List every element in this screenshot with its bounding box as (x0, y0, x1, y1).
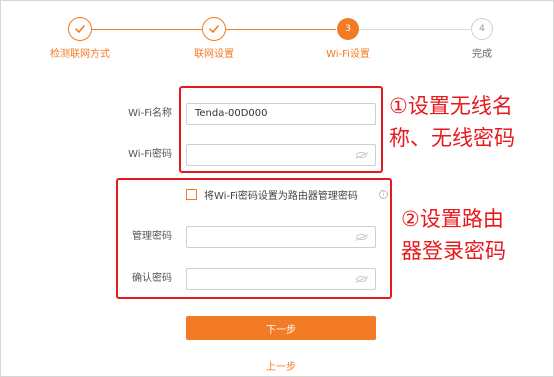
next-step-button[interactable]: 下一步 (186, 316, 376, 340)
step-connector-3 (359, 29, 470, 30)
annotation-admin-line2: 器登录密码 (401, 239, 506, 263)
step-1-label: 检测联网方式 (50, 49, 110, 60)
step-1-check-icon (68, 17, 92, 41)
annotation-admin-line1: ②设置路由 (401, 207, 504, 231)
step-2-label: 联网设置 (194, 49, 234, 60)
previous-step-link[interactable]: 上一步 (266, 358, 296, 373)
step-3-number: 3 (337, 18, 359, 40)
step-connector-2 (226, 29, 336, 30)
annotation-wifi-line1: ①设置无线名 (389, 94, 513, 118)
annotation-wifi-line2: 称、无线密码 (389, 126, 515, 150)
annotation-box-wifi (179, 86, 383, 173)
step-3-label: Wi-Fi设置 (326, 49, 370, 60)
step-4-number: 4 (471, 18, 493, 40)
wifi-name-label: Wi-Fi名称 (128, 108, 172, 119)
annotation-box-admin (116, 178, 392, 299)
step-2-check-icon (202, 17, 226, 41)
step-4-label: 完成 (472, 49, 492, 60)
wifi-password-label: Wi-Fi密码 (128, 149, 172, 160)
step-connector-1 (92, 29, 202, 30)
